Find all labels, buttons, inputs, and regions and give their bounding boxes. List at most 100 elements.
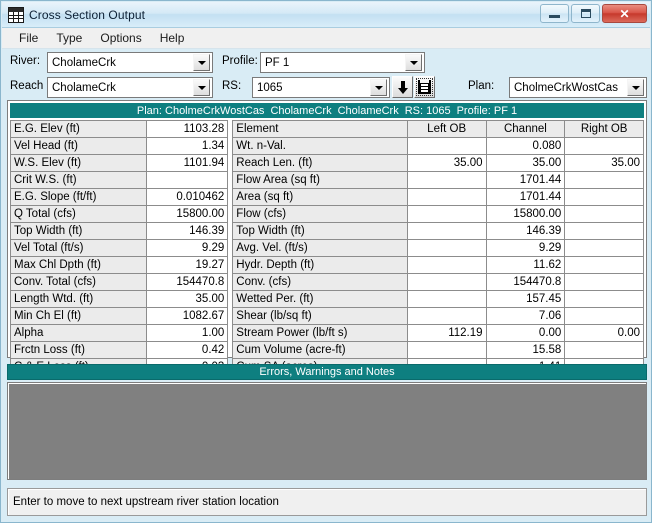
table-row: Stream Power (lb/ft s) 112.19 0.00 0.00 bbox=[232, 324, 644, 342]
element-right-ob bbox=[564, 290, 644, 308]
selector-area: River: CholameCrk Reach CholameCrk Profi… bbox=[2, 49, 650, 98]
menu-options[interactable]: Options bbox=[91, 29, 150, 47]
plan-dropdown[interactable]: CholmeCrkWostCas bbox=[509, 77, 647, 98]
maximize-icon bbox=[580, 9, 591, 18]
chevron-down-icon[interactable] bbox=[370, 79, 387, 96]
chevron-down-icon[interactable] bbox=[405, 54, 422, 71]
column-header-channel: Channel bbox=[485, 120, 566, 138]
table-row: Conv. Total (cfs) 154470.8 bbox=[10, 273, 229, 291]
element-left-ob bbox=[406, 205, 487, 223]
element-right-ob bbox=[564, 171, 644, 189]
table-row: Vel Head (ft) 1.34 bbox=[10, 137, 229, 155]
summary-label: Top Width (ft) bbox=[10, 222, 147, 240]
element-right-ob bbox=[564, 137, 644, 155]
plan-value: CholmeCrkWostCas bbox=[514, 81, 618, 94]
maximize-button[interactable] bbox=[571, 4, 600, 23]
element-left-ob bbox=[406, 137, 487, 155]
element-channel: 0.080 bbox=[485, 137, 566, 155]
column-header-left-ob: Left OB bbox=[406, 120, 487, 138]
summary-label: E.G. Slope (ft/ft) bbox=[10, 188, 147, 206]
status-bar-text: Enter to move to next upstream river sta… bbox=[13, 496, 279, 508]
plan-info-river: CholameCrk bbox=[270, 104, 332, 117]
element-left-ob bbox=[406, 341, 487, 359]
element-left-ob bbox=[406, 256, 487, 274]
element-channel: 7.06 bbox=[485, 307, 566, 325]
table-row: Frctn Loss (ft) 0.42 bbox=[10, 341, 229, 359]
table-row: Hydr. Depth (ft) 11.62 bbox=[232, 256, 644, 274]
summary-value: 1103.28 bbox=[145, 120, 229, 138]
cross-section-icon bbox=[418, 80, 431, 94]
menu-help[interactable]: Help bbox=[151, 29, 194, 47]
element-right-ob bbox=[564, 341, 644, 359]
element-left-ob bbox=[406, 222, 487, 240]
table-row: Shear (lb/sq ft) 7.06 bbox=[232, 307, 644, 325]
table-row: E.G. Slope (ft/ft) 0.010462 bbox=[10, 188, 229, 206]
menu-type[interactable]: Type bbox=[47, 29, 91, 47]
plot-cross-section-button[interactable] bbox=[414, 76, 435, 98]
column-header-element: Element bbox=[232, 120, 408, 138]
element-table-header-row: Element Left OB Channel Right OB bbox=[232, 120, 644, 138]
river-label: River: bbox=[10, 55, 41, 67]
summary-value: 1101.94 bbox=[145, 154, 229, 172]
menu-file[interactable]: File bbox=[10, 29, 47, 47]
summary-label: Conv. Total (cfs) bbox=[10, 273, 147, 291]
element-label: Avg. Vel. (ft/s) bbox=[232, 239, 408, 257]
next-river-station-button[interactable] bbox=[392, 76, 413, 98]
reach-dropdown[interactable]: CholameCrk bbox=[47, 77, 213, 98]
down-arrow-icon bbox=[397, 80, 408, 94]
grids-container: E.G. Elev (ft) 1103.28 Vel Head (ft) 1.34 W.… bbox=[10, 120, 644, 376]
column-header-right-ob: Right OB bbox=[564, 120, 644, 138]
table-row: Alpha 1.00 bbox=[10, 324, 229, 342]
table-row: Avg. Vel. (ft/s) 9.29 bbox=[232, 239, 644, 257]
chevron-down-icon[interactable] bbox=[193, 54, 210, 71]
window-controls: ✕ bbox=[540, 4, 647, 23]
summary-value: 1.00 bbox=[145, 324, 229, 342]
summary-value: 19.27 bbox=[145, 256, 229, 274]
minimize-button[interactable] bbox=[540, 4, 569, 23]
table-row: W.S. Elev (ft) 1101.94 bbox=[10, 154, 229, 172]
element-left-ob bbox=[406, 307, 487, 325]
table-grid-icon bbox=[8, 6, 24, 23]
chevron-down-icon[interactable] bbox=[627, 79, 644, 96]
summary-label: Min Ch El (ft) bbox=[10, 307, 147, 325]
table-row: Conv. (cfs) 154470.8 bbox=[232, 273, 644, 291]
errors-warnings-content[interactable] bbox=[7, 382, 647, 480]
plan-info-reach: CholameCrk bbox=[337, 104, 399, 117]
element-channel: 9.29 bbox=[485, 239, 566, 257]
plan-info-profile: Profile: PF 1 bbox=[456, 104, 518, 117]
close-button[interactable]: ✕ bbox=[602, 4, 647, 23]
rs-dropdown[interactable]: 1065 bbox=[252, 77, 390, 98]
table-row: Vel Total (ft/s) 9.29 bbox=[10, 239, 229, 257]
table-row: Min Ch El (ft) 1082.67 bbox=[10, 307, 229, 325]
profile-label: Profile: bbox=[222, 55, 258, 67]
summary-label: Crit W.S. (ft) bbox=[10, 171, 147, 189]
element-left-ob: 112.19 bbox=[406, 324, 487, 342]
table-row: Cum Volume (acre-ft) 15.58 bbox=[232, 341, 644, 359]
window-title: Cross Section Output bbox=[29, 7, 146, 22]
table-row: Length Wtd. (ft) 35.00 bbox=[10, 290, 229, 308]
summary-value: 146.39 bbox=[145, 222, 229, 240]
element-channel: 15800.00 bbox=[485, 205, 566, 223]
profile-dropdown[interactable]: PF 1 bbox=[260, 52, 425, 73]
river-dropdown[interactable]: CholameCrk bbox=[47, 52, 213, 73]
summary-value: 1.34 bbox=[145, 137, 229, 155]
output-tables-frame: Plan: CholmeCrkWostCas CholameCrk Cholam… bbox=[7, 100, 647, 376]
table-row: Crit W.S. (ft) bbox=[10, 171, 229, 189]
element-right-ob bbox=[564, 273, 644, 291]
chevron-down-icon[interactable] bbox=[193, 79, 210, 96]
summary-label: Frctn Loss (ft) bbox=[10, 341, 147, 359]
table-row: Max Chl Dpth (ft) 19.27 bbox=[10, 256, 229, 274]
element-right-ob bbox=[564, 188, 644, 206]
rs-label: RS: bbox=[222, 80, 242, 92]
summary-label: Vel Total (ft/s) bbox=[10, 239, 147, 257]
cross-section-output-window: Cross Section Output ✕ File Type Options… bbox=[0, 0, 652, 523]
summary-value: 0.42 bbox=[145, 341, 229, 359]
table-row: Top Width (ft) 146.39 bbox=[232, 222, 644, 240]
element-channel: 11.62 bbox=[485, 256, 566, 274]
element-label: Wetted Per. (ft) bbox=[232, 290, 408, 308]
element-label: Stream Power (lb/ft s) bbox=[232, 324, 408, 342]
element-left-ob bbox=[406, 188, 487, 206]
element-right-ob bbox=[564, 307, 644, 325]
element-right-ob bbox=[564, 256, 644, 274]
element-channel: 154470.8 bbox=[485, 273, 566, 291]
